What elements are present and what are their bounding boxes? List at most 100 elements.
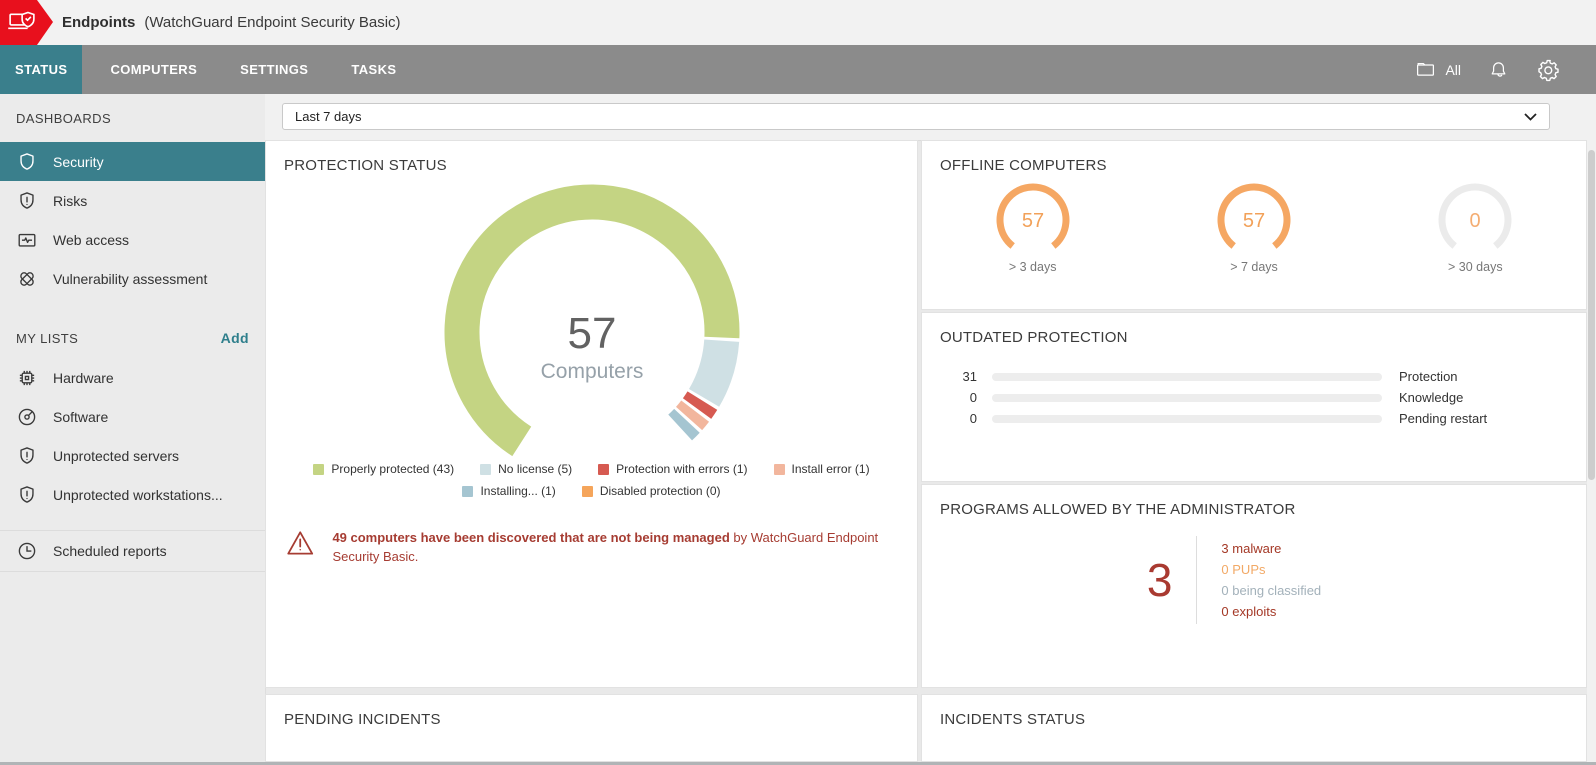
filter-scope-button[interactable]: All bbox=[1414, 59, 1461, 80]
scrollbar-thumb[interactable] bbox=[1588, 150, 1595, 480]
chevron-down-icon bbox=[1524, 112, 1537, 121]
outdated-row-protection[interactable]: 31 Protection bbox=[922, 366, 1586, 387]
outdated-row-knowledge[interactable]: 0 Knowledge bbox=[922, 387, 1586, 408]
sidebar-item-label: Risks bbox=[53, 192, 88, 209]
offline-gauge-7-days[interactable]: 57 > 7 days bbox=[1143, 178, 1364, 274]
web-access-icon bbox=[16, 229, 38, 251]
incidents-status-panel: INCIDENTS STATUS bbox=[921, 694, 1587, 762]
vulnerability-icon bbox=[16, 268, 38, 290]
gauge-value: 57 bbox=[1243, 210, 1265, 232]
bar-value: 0 bbox=[969, 411, 977, 426]
programs-divider bbox=[1196, 536, 1198, 624]
outdated-protection-panel: OUTDATED PROTECTION 31 Protection 0 Knowled… bbox=[921, 312, 1587, 482]
bar-label: Protection bbox=[1399, 369, 1458, 384]
clock-icon bbox=[16, 540, 38, 562]
sidebar-item-label: Security bbox=[53, 153, 104, 170]
sidebar-item-label: Unprotected workstations... bbox=[53, 486, 223, 503]
offline-computers-panel: OFFLINE COMPUTERS 57 > 3 days 57 > 7 days 0 >… bbox=[921, 140, 1587, 310]
gauge-label: > 7 days bbox=[1230, 260, 1278, 274]
programs-item-0-exploits[interactable]: 0 exploits bbox=[1221, 602, 1321, 622]
sidebar-item-label: Web access bbox=[53, 231, 129, 248]
gauge-label: > 3 days bbox=[1008, 260, 1057, 274]
sidebar-item-unprotected-workstations[interactable]: Unprotected workstations... bbox=[0, 475, 265, 514]
time-range-select[interactable]: Last 7 days bbox=[282, 103, 1550, 130]
programs-item-0-being-classified[interactable]: 0 being classified bbox=[1221, 581, 1321, 601]
donut-center-label: Computers bbox=[540, 360, 643, 383]
endpoint-security-dashboard: Endpoints (WatchGuard Endpoint Security … bbox=[0, 0, 1596, 765]
disc-icon bbox=[16, 406, 38, 428]
sidebar-item-label: Hardware bbox=[53, 369, 114, 386]
bar-track bbox=[992, 372, 1382, 381]
nav-tabs: STATUS COMPUTERS SETTINGS TASKS bbox=[0, 45, 411, 94]
tab-tasks[interactable]: TASKS bbox=[336, 45, 411, 94]
programs-item-3-malware[interactable]: 3 malware bbox=[1221, 539, 1321, 559]
sidebar-item-risks[interactable]: Risks bbox=[0, 181, 265, 220]
legend-label: Protection with errors (1) bbox=[616, 462, 748, 476]
legend-label: No license (5) bbox=[498, 462, 573, 476]
app-title: Endpoints (WatchGuard Endpoint Security … bbox=[62, 0, 401, 45]
tab-status[interactable]: STATUS bbox=[0, 45, 83, 94]
legend-swatch bbox=[773, 463, 785, 475]
sidebar-item-web-access[interactable]: Web access bbox=[0, 220, 265, 259]
bar-track bbox=[992, 393, 1382, 402]
programs-allowed-body: 3 3 malware 0 PUPs 0 being classified 0 exp… bbox=[922, 536, 1546, 624]
sidebar-item-hardware[interactable]: Hardware bbox=[0, 358, 265, 397]
legend-swatch bbox=[480, 463, 492, 475]
settings-button[interactable] bbox=[1536, 58, 1560, 82]
gear-icon bbox=[1538, 59, 1559, 81]
offline-computers-title: OFFLINE COMPUTERS bbox=[940, 157, 1107, 174]
legend-row: Installing... (1) Disabled protection (0) bbox=[266, 484, 917, 498]
navbar-right: All bbox=[1414, 45, 1596, 94]
suite-name: (WatchGuard Endpoint Security Basic) bbox=[144, 14, 401, 31]
warning-text: 49 computers have been discovered that a… bbox=[332, 528, 897, 566]
donut-segment-protection-with-errors bbox=[682, 391, 717, 419]
pending-incidents-title: PENDING INCIDENTS bbox=[284, 711, 441, 728]
legend-item-disabled-protection: Disabled protection (0) bbox=[581, 484, 721, 498]
programs-allowed-title: PROGRAMS ALLOWED BY THE ADMINISTRATOR bbox=[940, 501, 1296, 518]
offline-gauge-30-days[interactable]: 0 > 30 days bbox=[1365, 178, 1586, 274]
programs-item-0-pups[interactable]: 0 PUPs bbox=[1221, 560, 1321, 580]
dashboards-section-title: DASHBOARDS bbox=[16, 110, 112, 126]
protection-donut-wrap: 57 Computers bbox=[266, 182, 917, 482]
sidebar-footer-items: Scheduled reports bbox=[0, 531, 265, 572]
donut-segment-installing bbox=[667, 408, 700, 441]
warning-triangle-icon bbox=[287, 531, 314, 555]
dashboard-items: Security Risks Web access Vulnerability ass… bbox=[0, 142, 265, 298]
programs-total-count[interactable]: 3 bbox=[1147, 553, 1173, 607]
outdated-protection-title: OUTDATED PROTECTION bbox=[940, 329, 1128, 346]
gauge-arc: 57 bbox=[1217, 183, 1291, 249]
legend-label: Install error (1) bbox=[791, 462, 870, 476]
chip-icon bbox=[16, 367, 38, 389]
tab-computers[interactable]: COMPUTERS bbox=[95, 45, 212, 94]
programs-allowed-panel: PROGRAMS ALLOWED BY THE ADMINISTRATOR 3 … bbox=[921, 484, 1587, 688]
sidebar-item-security[interactable]: Security bbox=[0, 142, 265, 181]
folder-scope-label: All bbox=[1445, 61, 1461, 78]
bar-label: Pending restart bbox=[1399, 411, 1488, 426]
legend-swatch bbox=[462, 485, 474, 497]
tab-settings[interactable]: SETTINGS bbox=[225, 45, 323, 94]
legend-item-install-error: Install error (1) bbox=[773, 462, 870, 476]
sidebar-item-software[interactable]: Software bbox=[0, 397, 265, 436]
incidents-status-title: INCIDENTS STATUS bbox=[940, 711, 1086, 728]
sidebar-item-unprotected-servers[interactable]: Unprotected servers bbox=[0, 436, 265, 475]
watchguard-logo[interactable] bbox=[0, 0, 53, 45]
add-list-button[interactable]: Add bbox=[221, 330, 249, 346]
outdated-row-pending-restart[interactable]: 0 Pending restart bbox=[922, 408, 1586, 429]
offline-gauge-3-days[interactable]: 57 > 3 days bbox=[922, 178, 1143, 274]
dashboard-content: PROTECTION STATUS 57 Computers Properly … bbox=[265, 140, 1587, 762]
gauge-arc: 0 bbox=[1438, 183, 1512, 249]
warning-text-bold: 49 computers have been discovered that a… bbox=[332, 530, 730, 545]
my-lists-items: Hardware Software Unprotected servers Unpro… bbox=[0, 358, 265, 514]
legend-item-protection-with-errors: Protection with errors (1) bbox=[598, 462, 748, 476]
legend-swatch bbox=[313, 463, 325, 475]
donut-segment-install-error bbox=[675, 400, 709, 431]
shield-exclamation-icon bbox=[16, 445, 38, 467]
sidebar-item-scheduled-reports[interactable]: Scheduled reports bbox=[0, 531, 265, 572]
notifications-button[interactable] bbox=[1488, 59, 1509, 81]
protection-donut-chart: 57 Computers bbox=[444, 184, 739, 457]
product-name: Endpoints bbox=[62, 14, 136, 31]
outdated-protection-bars: 31 Protection 0 Knowledge 0 Pending restart bbox=[922, 366, 1586, 429]
sidebar-item-vulnerability-assessment[interactable]: Vulnerability assessment bbox=[0, 259, 265, 298]
shield-exclamation-icon bbox=[16, 190, 38, 212]
bar-value: 31 bbox=[962, 369, 977, 384]
